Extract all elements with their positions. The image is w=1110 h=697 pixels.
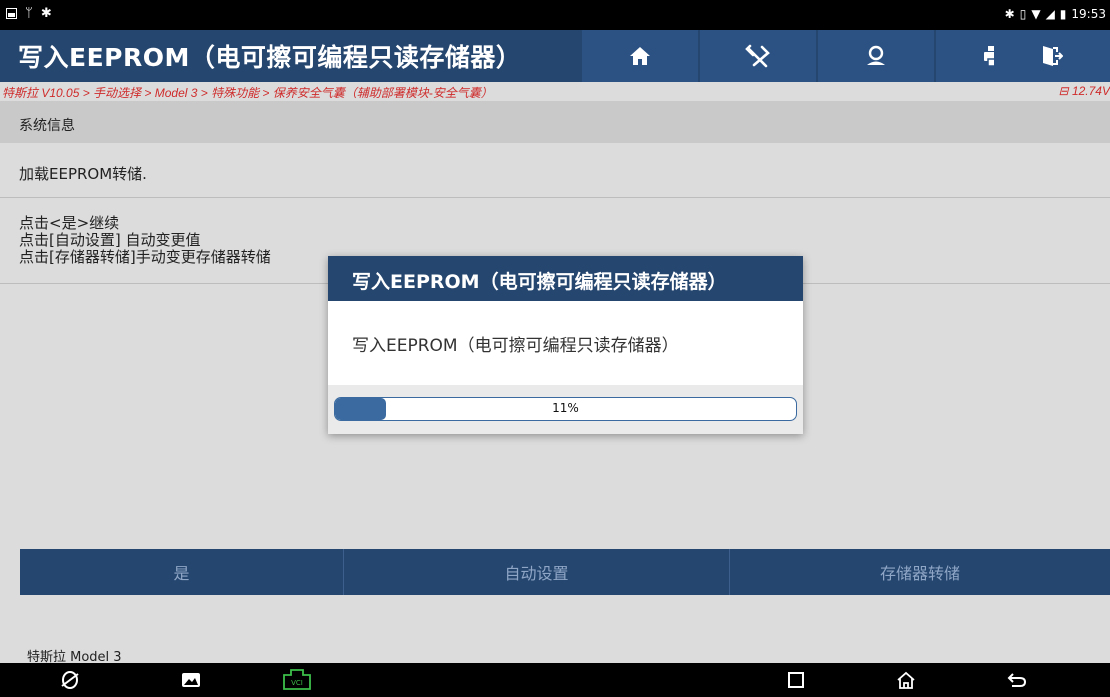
dialog-title: 写入EEPROM（电可擦可编程只读存储器） [328, 256, 803, 301]
dialog-message: 写入EEPROM（电可擦可编程只读存储器） [352, 336, 679, 356]
progress-label: 11% [552, 401, 579, 415]
progress-bar: 11% [334, 397, 797, 421]
progress-dialog: 写入EEPROM（电可擦可编程只读存储器） 写入EEPROM（电可擦可编程只读存… [328, 256, 803, 434]
progress-area: 11% [328, 385, 803, 434]
